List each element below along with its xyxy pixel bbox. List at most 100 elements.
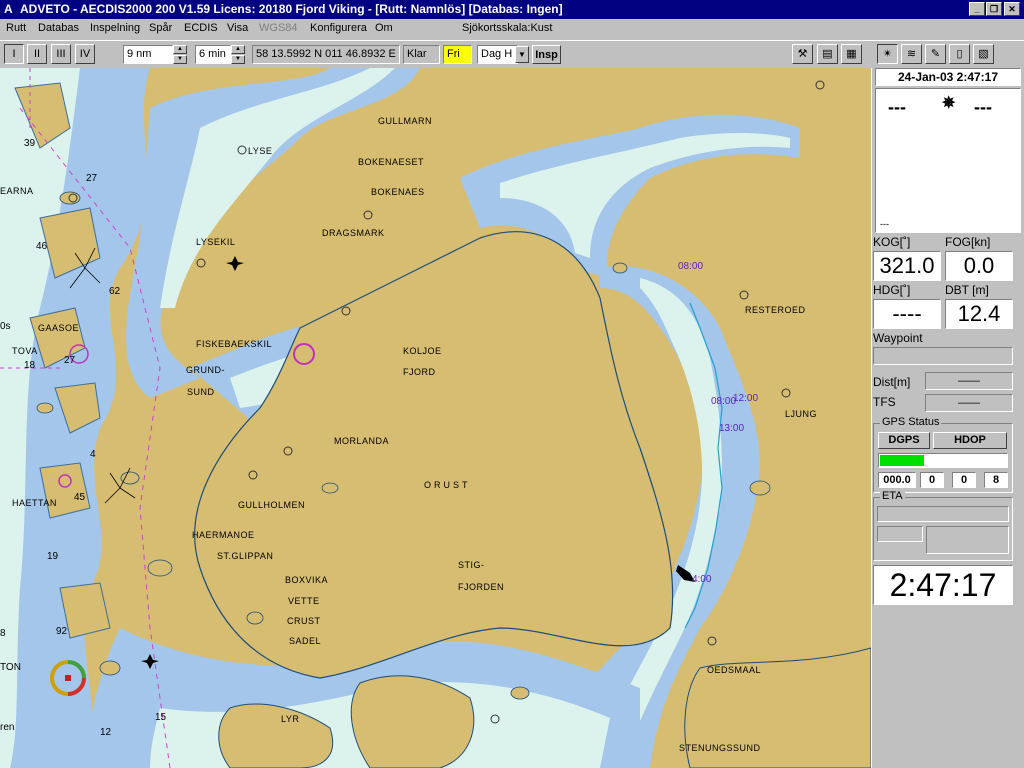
restore-button[interactable]: ❐ [986,2,1002,16]
view-1-button[interactable]: I [4,44,24,64]
gps-value: 8 [984,472,1008,488]
gps-status-title: GPS Status [880,416,942,428]
title-bar: A ADVETO - AECDIS2000 200 V1.59 Licens: … [0,0,1024,19]
palette-select[interactable]: Dag H [477,45,518,64]
time-mark: 08:00 [678,261,704,272]
minimize-button[interactable]: _ [969,2,985,16]
depth-label: 18 [24,360,36,371]
compass-left-value: --- [888,97,906,117]
place-koljoe: KOLJOE [403,346,442,356]
depth-label: 12 [100,727,112,738]
depth-label: 0s [0,321,11,332]
gps-value: 0 [920,472,944,488]
fog-label: FOG[kn] [945,235,991,249]
gps-signal-fill [880,455,924,466]
menu-rutt[interactable]: Rutt [6,22,26,34]
hatch-icon[interactable]: ▧ [973,44,994,64]
depth-label: 27 [86,173,98,184]
compass-right-value: --- [974,97,992,117]
place-orust: ORUST [424,480,471,490]
chart-symbols-icon[interactable]: ≋ [901,44,922,64]
gps-value: 0 [952,472,976,488]
time-mark: 13:00 [719,423,745,434]
close-button[interactable]: ✕ [1004,2,1020,16]
depth-label: TON [0,662,21,673]
menu-spar[interactable]: Spår [149,22,172,34]
compass-bottom-value: --- [880,219,889,229]
waypoint-field [873,347,1013,365]
place-stig: STIG- [458,560,485,570]
hdop-indicator: HDOP [933,432,1007,449]
menu-visa[interactable]: Visa [227,22,248,34]
time-mark: 08:00 [711,396,737,407]
place-bokenaeset: BOKENAESET [358,157,425,167]
pencil-icon[interactable]: ✎ [925,44,946,64]
place-fjorden: FJORDEN [458,582,504,592]
window-title: ADVETO - AECDIS2000 200 V1.59 Licens: 20… [20,2,563,16]
gps-status-group: GPS Status DGPS HDOP 000.0 0 0 8 [873,416,1013,493]
tools-icon[interactable]: ⚒ [792,44,813,64]
menu-ecdis[interactable]: ECDIS [184,22,218,34]
range-up-icon[interactable]: ▲ [173,45,187,54]
range-field[interactable]: 9 nm [123,45,173,64]
place-fiskebaekskil: FISKEBAEKSKIL [196,339,273,349]
insp-button[interactable]: Insp [532,45,561,64]
place-lysekil: LYSEKIL [196,237,236,247]
menu-konfigurera[interactable]: Konfigurera [310,22,367,34]
book-icon[interactable]: ▯ [949,44,970,64]
menu-databas[interactable]: Databas [38,22,79,34]
time-up-icon[interactable]: ▲ [231,45,245,54]
range-down-icon[interactable]: ▼ [173,55,187,64]
place-stenungssund: STENUNGSSUND [679,743,761,753]
layers-icon[interactable]: ▤ [817,44,838,64]
time-field[interactable]: 6 min [195,45,231,64]
grid-icon[interactable]: ▦ [841,44,862,64]
dist-field: —— [925,372,1013,390]
toolbar: I II III IV 9 nm ▲ ▼ 6 min ▲ ▼ 58 13.599… [0,40,1024,68]
dgps-indicator: DGPS [878,432,930,449]
nautical-chart[interactable]: GULLMARN LYSE BOKENAESET BOKENAES DRAGSM… [0,68,871,768]
place-fjord: FJORD [403,367,436,377]
tfs-label: TFS [873,395,896,409]
place-crust: CRUST [287,616,321,626]
eta-field [877,526,923,542]
menu-om[interactable]: Om [375,22,393,34]
palette-dropdown-icon[interactable]: ▼ [515,46,529,63]
chart-canvas [0,68,871,768]
depth-label: 4 [90,449,96,460]
depth-label: 46 [36,241,48,252]
mode-field[interactable]: Fri [443,45,472,64]
dist-label: Dist[m] [873,375,911,389]
place-gaasoe: GAASOE [38,323,80,333]
gps-signal-bar [878,453,1008,468]
status-field: Klar [403,45,440,64]
gps-satellite-icon: ✵ [942,95,956,112]
depth-label: 15 [155,712,167,723]
place-tova: TOVA [12,346,38,356]
chart-scale-label: Sjökortsskala:Kust [462,22,553,34]
eta-field [877,506,1009,522]
gps-value: 000.0 [878,472,916,488]
view-2-button[interactable]: II [27,44,47,64]
compass-star-icon[interactable]: ✴ [877,44,898,64]
eta-field [926,526,1009,554]
time-mark: 12:00 [733,393,759,404]
place-gullmarn: GULLMARN [378,116,433,126]
menu-wgs84: WGS84 [259,22,298,34]
place-haettan: HAETTAN [12,498,57,508]
time-down-icon[interactable]: ▼ [231,55,245,64]
eta-group: ETA [873,490,1013,561]
depth-label: 39 [24,138,36,149]
depth-label: 8 [0,628,6,639]
menu-bar: Rutt Databas Inspelning Spår ECDIS Visa … [0,19,1024,38]
place-haermanoe: HAERMANOE [192,530,255,540]
place-resteroed: RESTEROED [745,305,806,315]
eta-title: ETA [880,490,905,502]
app-icon: A [4,2,13,16]
tfs-field: —— [925,394,1013,412]
hdg-label: HDG[˚] [873,283,911,297]
place-earna: EARNA [0,186,34,196]
view-4-button[interactable]: IV [75,44,95,64]
view-3-button[interactable]: III [51,44,71,64]
menu-inspelning[interactable]: Inspelning [90,22,140,34]
